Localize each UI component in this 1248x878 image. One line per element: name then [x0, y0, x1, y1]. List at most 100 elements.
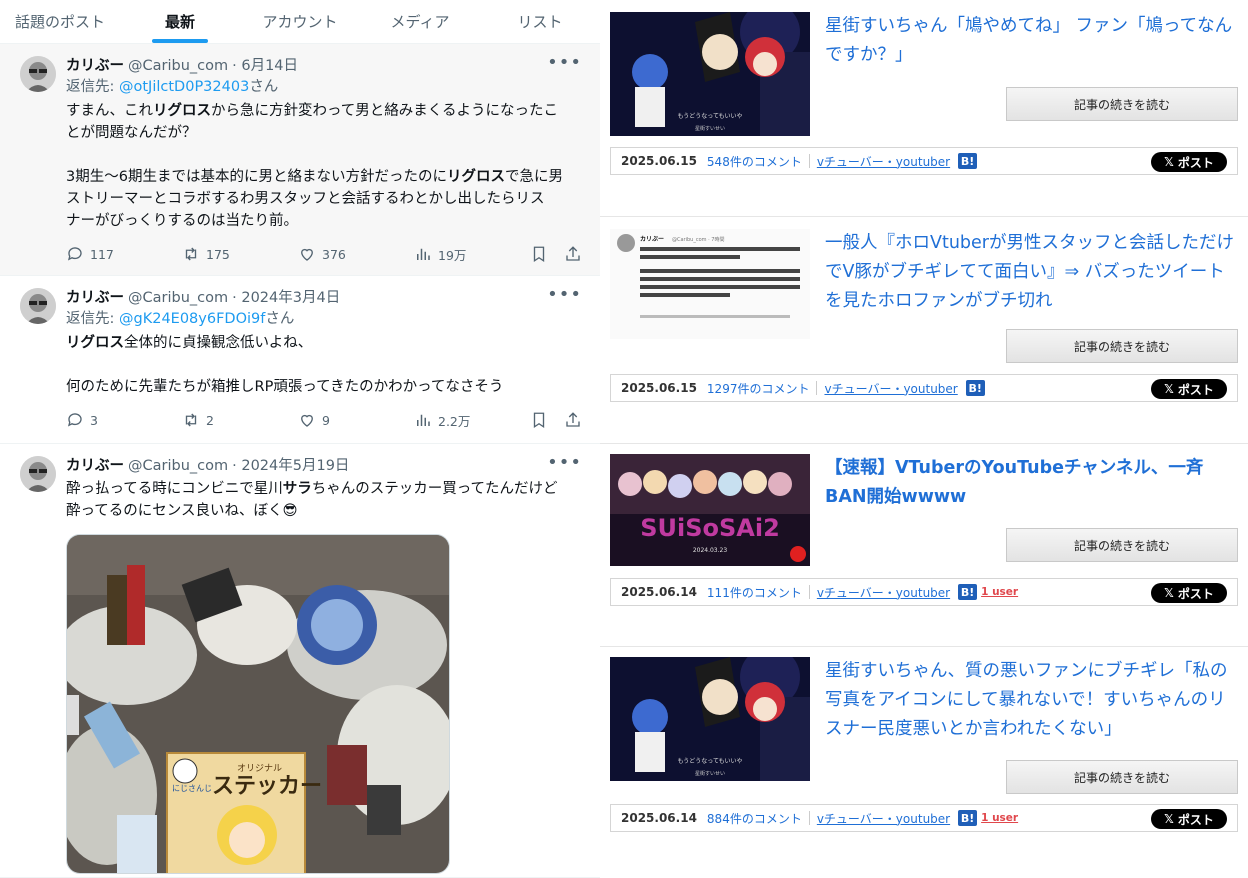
- view-count: 2.2万: [438, 413, 471, 429]
- text-line: とが問題なんだが？: [66, 125, 197, 141]
- more-options-icon[interactable]: •••: [547, 452, 582, 473]
- tweet-photo[interactable]: にじさんじ オリジナル ステッカー: [66, 534, 450, 874]
- separator: [816, 381, 818, 395]
- bookmark-users-link[interactable]: 1 user: [981, 812, 1018, 824]
- avatar[interactable]: [20, 56, 56, 92]
- article-thumbnail[interactable]: もうどうなってもいいや 星街すいせい: [610, 12, 810, 136]
- reply-count: 3: [90, 412, 98, 428]
- reply-button[interactable]: 3: [66, 411, 182, 429]
- article-title-link[interactable]: 星街すいちゃん、質の悪いファンにブチギレ「私の写真をアイコンにして暴れないで！す…: [825, 657, 1235, 744]
- article-thumbnail[interactable]: もうどうなってもいいや 星街すいせい: [610, 657, 810, 781]
- tweet[interactable]: ••• カリぶー @Caribu_com · 2024年5月19日 酔っ払ってる時に…: [0, 444, 600, 878]
- bookmark-icon[interactable]: [530, 411, 548, 429]
- repost-button[interactable]: 175: [182, 245, 298, 263]
- tab-media[interactable]: メディア: [360, 0, 480, 43]
- thumbnail-handle: @Caribu_com · 7時間: [672, 237, 724, 243]
- tweet[interactable]: ••• カリぶー @Caribu_com · 6月14日 返信先: @otJilct…: [0, 44, 600, 276]
- tab-latest[interactable]: 最新: [120, 0, 240, 43]
- x-logo-icon: 𝕏: [1164, 812, 1174, 826]
- thumbnail-subtitle: 2024.03.23: [693, 547, 728, 554]
- text-segment: で急に男: [504, 169, 563, 185]
- author-handle[interactable]: @Caribu_com: [128, 58, 228, 74]
- tweet-date[interactable]: · 6月14日: [232, 58, 298, 74]
- article-title-link[interactable]: 【速報】VTuberのYouTubeチャンネル、一斉BAN開始wwww: [825, 454, 1235, 512]
- like-button[interactable]: 9: [298, 411, 414, 429]
- reply-handle-link[interactable]: @gK24E08y6FDOi9f: [119, 311, 265, 327]
- author-name[interactable]: カリぶー: [66, 290, 124, 306]
- more-options-icon[interactable]: •••: [547, 52, 582, 73]
- read-more-button[interactable]: 記事の続きを読む: [1006, 760, 1238, 794]
- avatar[interactable]: [20, 456, 56, 492]
- repost-count: 175: [206, 246, 230, 262]
- tweet-date[interactable]: · 2024年3月4日: [232, 290, 340, 306]
- tweet-actions: 117 175 376 19万: [66, 244, 584, 264]
- bookmark-icon[interactable]: [530, 245, 548, 263]
- reply-icon: [67, 413, 82, 427]
- hatena-bookmark-icon[interactable]: B!: [958, 810, 978, 826]
- article-title-link[interactable]: 一般人『ホロVtuberが男性スタッフと会話しただけでV豚がブチギレてて面白い』…: [825, 229, 1235, 316]
- article-date: 2025.06.15: [621, 154, 697, 168]
- category-link[interactable]: vチューバー・youtuber: [817, 810, 950, 827]
- x-post-button[interactable]: 𝕏 ポスト: [1151, 809, 1227, 829]
- like-button[interactable]: 376: [298, 245, 414, 263]
- text-line: 酔ってるのにセンス良いね、ぼく😎: [66, 503, 298, 519]
- read-more-button[interactable]: 記事の続きを読む: [1006, 329, 1238, 363]
- comment-count-link[interactable]: 111件のコメント: [707, 584, 802, 601]
- category-link[interactable]: vチューバー・youtuber: [817, 153, 950, 170]
- hatena-bookmark-icon[interactable]: B!: [958, 153, 978, 169]
- tab-accounts[interactable]: アカウント: [240, 0, 360, 43]
- comment-count-link[interactable]: 884件のコメント: [707, 810, 802, 827]
- tweet[interactable]: ••• カリぶー @Caribu_com · 2024年3月4日 返信先: @gK2…: [0, 276, 600, 444]
- author-name[interactable]: カリぶー: [66, 58, 124, 74]
- views-button[interactable]: 2.2万: [414, 411, 530, 430]
- repost-button[interactable]: 2: [182, 411, 298, 429]
- comment-count-link[interactable]: 1297件のコメント: [707, 380, 810, 397]
- share-icon[interactable]: [564, 411, 582, 429]
- hatena-bookmark-icon[interactable]: B!: [965, 380, 985, 396]
- keyword-highlight: リグロス: [153, 103, 211, 119]
- article-thumbnail[interactable]: カリぶー @Caribu_com · 7時間: [610, 229, 810, 339]
- keyword-highlight: リグロス: [66, 335, 124, 351]
- category-link[interactable]: vチューバー・youtuber: [824, 380, 957, 397]
- read-more-button[interactable]: 記事の続きを読む: [1006, 528, 1238, 562]
- x-post-button[interactable]: 𝕏 ポスト: [1151, 152, 1227, 172]
- article-title-link[interactable]: 星街すいちゃん「鳩やめてね」 ファン「鳩ってなんですか？」: [825, 12, 1235, 70]
- hatena-bookmark-icon[interactable]: B!: [958, 584, 978, 600]
- article-meta-bar: 2025.06.14 884件のコメント vチューバー・youtuber B! …: [610, 804, 1238, 832]
- avatar[interactable]: [20, 288, 56, 324]
- text-line: 何のために先輩たちが箱推しRP頑張ってきたのかわかってなさそう: [66, 379, 504, 395]
- tweet-date[interactable]: · 2024年5月19日: [232, 458, 349, 474]
- text-segment: 全体的に貞操観念低いよね、: [124, 335, 313, 351]
- tab-lists[interactable]: リスト: [480, 0, 600, 43]
- category-link[interactable]: vチューバー・youtuber: [817, 584, 950, 601]
- views-button[interactable]: 19万: [414, 245, 530, 264]
- text-line: ナーがびっくりするのは当たり前。: [66, 213, 298, 229]
- x-post-button[interactable]: 𝕏 ポスト: [1151, 583, 1227, 603]
- view-count: 19万: [438, 247, 467, 263]
- article-meta-bar: 2025.06.15 548件のコメント vチューバー・youtuber B! …: [610, 147, 1238, 175]
- text-segment: すまん、これ: [66, 103, 153, 119]
- article-meta-bar: 2025.06.15 1297件のコメント vチューバー・youtuber B!…: [610, 374, 1238, 402]
- author-name[interactable]: カリぶー: [66, 458, 124, 474]
- author-handle[interactable]: @Caribu_com: [128, 458, 228, 474]
- read-more-button[interactable]: 記事の続きを読む: [1006, 87, 1238, 121]
- heart-icon: [301, 414, 313, 427]
- text-segment: ちゃんのステッカー買ってたんだけど: [311, 481, 558, 497]
- article-entry: カリぶー @Caribu_com · 7時間 一般人『ホロVtuberが男性スタ…: [600, 217, 1248, 443]
- author-handle[interactable]: @Caribu_com: [128, 290, 228, 306]
- reply-button[interactable]: 117: [66, 245, 182, 263]
- reply-handle-link[interactable]: @otJilctD0P32403: [119, 79, 249, 95]
- x-logo-icon: 𝕏: [1164, 155, 1174, 169]
- x-timeline-panel: 話題のポスト 最新 アカウント メディア リスト ••• カリぶー @Caribu…: [0, 0, 600, 878]
- bookmark-users-link[interactable]: 1 user: [981, 586, 1018, 598]
- sticker-small-text: オリジナル: [237, 763, 282, 774]
- heart-icon: [301, 248, 313, 261]
- article-thumbnail[interactable]: SUiSoSAi2 2024.03.23: [610, 454, 810, 566]
- tab-top-posts[interactable]: 話題のポスト: [0, 0, 120, 43]
- repost-count: 2: [206, 412, 214, 428]
- comment-count-link[interactable]: 548件のコメント: [707, 153, 802, 170]
- more-options-icon[interactable]: •••: [547, 284, 582, 305]
- x-post-button[interactable]: 𝕏 ポスト: [1151, 379, 1227, 399]
- share-icon[interactable]: [564, 245, 582, 263]
